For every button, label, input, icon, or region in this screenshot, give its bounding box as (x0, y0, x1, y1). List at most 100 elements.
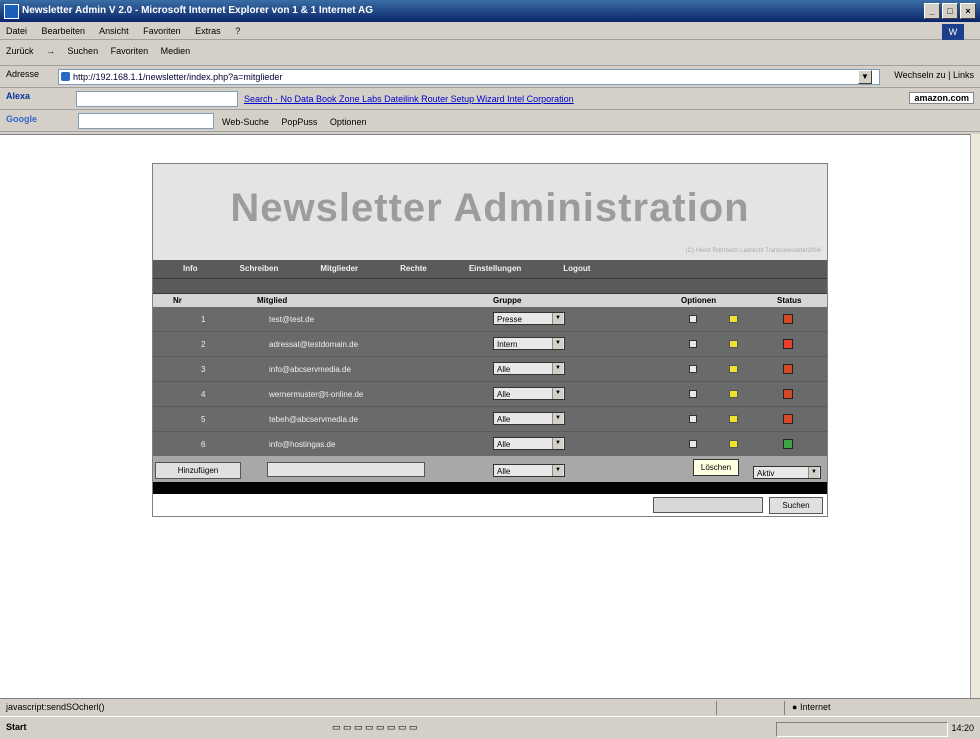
row-checkbox[interactable] (689, 340, 697, 348)
edit-icon[interactable] (729, 315, 738, 323)
row-email[interactable]: test@test.de (269, 315, 314, 324)
table-row: 5 tebeh@abcservmedia.de Alle (153, 406, 827, 431)
newsletter-panel: Newsletter Administration (C) Heinz Rohr… (152, 163, 828, 517)
status-bar: javascript:sendSOcherl() ● Internet (0, 698, 980, 716)
nav-spacer (153, 279, 827, 294)
nav-einstellungen[interactable]: Einstellungen (469, 260, 521, 278)
row-checkbox[interactable] (689, 315, 697, 323)
amazon-button[interactable]: amazon.com (909, 92, 974, 104)
status-icon[interactable] (783, 389, 793, 399)
alexa-search-input[interactable] (76, 91, 238, 107)
menu-favoriten[interactable]: Favoriten (143, 26, 181, 36)
group-select[interactable]: Alle (493, 412, 565, 425)
back-button[interactable]: Zurück (6, 46, 34, 56)
address-input[interactable]: http://192.168.1.1/newsletter/index.php?… (58, 69, 880, 85)
status-icon[interactable] (783, 339, 793, 349)
row-checkbox[interactable] (689, 415, 697, 423)
chevron-down-icon[interactable]: ▼ (858, 70, 872, 84)
edit-icon[interactable] (729, 340, 738, 348)
menu-extras[interactable]: Extras (195, 26, 221, 36)
menu-datei[interactable]: Datei (6, 26, 27, 36)
popups-button[interactable]: PopPuss (281, 117, 317, 127)
row-email[interactable]: adressat@testdomain.de (269, 340, 358, 349)
options-button[interactable]: Optionen (330, 117, 367, 127)
group-select[interactable]: Intern (493, 337, 565, 350)
header-nr: Nr (173, 296, 182, 305)
page-subtitle: (C) Heinz Rohrbach Lebrecht Transnewslet… (685, 248, 821, 254)
row-checkbox[interactable] (689, 365, 697, 373)
nav-rechte[interactable]: Rechte (400, 260, 427, 278)
address-bar: Adresse http://192.168.1.1/newsletter/in… (0, 66, 980, 88)
media-button[interactable]: Medien (161, 46, 191, 56)
nav-logout[interactable]: Logout (563, 260, 590, 278)
page-header: Newsletter Administration (C) Heinz Rohr… (153, 164, 827, 260)
add-member-row: Hinzufügen Alle Löschen Aktiv (153, 456, 827, 482)
alexa-logo: Alexa (6, 91, 31, 101)
menu-ansicht[interactable]: Ansicht (99, 26, 129, 36)
table-row: 4 wernermuster@t-online.de Alle (153, 381, 827, 406)
row-email[interactable]: wernermuster@t-online.de (269, 390, 363, 399)
add-button[interactable]: Hinzufügen (155, 462, 241, 479)
status-icon[interactable] (783, 439, 793, 449)
new-email-input[interactable] (267, 462, 425, 477)
search-input[interactable] (653, 497, 763, 513)
header-member: Mitglied (257, 296, 288, 305)
alexa-links[interactable]: Search · No Data Book Zone Labs Dateilin… (244, 94, 574, 104)
nav-mitglieder[interactable]: Mitglieder (320, 260, 358, 278)
nav-info[interactable]: Info (183, 260, 198, 278)
clock: 14:20 (951, 723, 974, 733)
google-toolbar: Google Web-Suche PopPuss Optionen (0, 110, 980, 132)
maximize-button[interactable]: □ (942, 3, 958, 19)
status-separator (716, 701, 717, 715)
row-email[interactable]: info@hostingas.de (269, 440, 335, 449)
minimize-button[interactable]: _ (924, 3, 940, 19)
internet-zone: ● Internet (792, 702, 831, 712)
menu-bearbeiten[interactable]: Bearbeiten (42, 26, 86, 36)
menu-bar: Datei Bearbeiten Ansicht Favoriten Extra… (0, 22, 980, 40)
google-search-input[interactable] (78, 113, 214, 129)
status-icon[interactable] (783, 414, 793, 424)
favorites-button[interactable]: Favoriten (111, 46, 149, 56)
status-icon[interactable] (783, 314, 793, 324)
search-button[interactable]: Suchen (769, 497, 823, 514)
action-select[interactable]: Aktiv (753, 466, 821, 479)
edit-icon[interactable] (729, 365, 738, 373)
delete-button[interactable]: Löschen (693, 459, 739, 476)
row-email[interactable]: info@abcservmedia.de (269, 365, 351, 374)
alexa-toolbar: Alexa Search · No Data Book Zone Labs Da… (0, 88, 980, 110)
header-options: Optionen (681, 296, 717, 305)
web-search-button[interactable]: Web-Suche (222, 117, 269, 127)
menu-help[interactable]: ? (235, 26, 240, 36)
standard-toolbar: Zurück → Suchen Favoriten Medien (0, 40, 980, 66)
status-separator (784, 701, 785, 715)
row-checkbox[interactable] (689, 440, 697, 448)
page-viewport: Newsletter Administration (C) Heinz Rohr… (0, 134, 970, 699)
new-group-select[interactable]: Alle (493, 464, 565, 477)
status-icon[interactable] (783, 364, 793, 374)
ie-icon (4, 4, 19, 19)
group-select[interactable]: Alle (493, 437, 565, 450)
edit-icon[interactable] (729, 440, 738, 448)
group-select[interactable]: Presse (493, 312, 565, 325)
forward-arrow-icon[interactable]: → (46, 46, 55, 56)
search-button[interactable]: Suchen (68, 46, 99, 56)
links-label: Links (952, 70, 974, 80)
edit-icon[interactable] (729, 390, 738, 398)
row-email[interactable]: tebeh@abcservmedia.de (269, 415, 358, 424)
table-row: 3 info@abcservmedia.de Alle (153, 356, 827, 381)
taskbar-buttons[interactable]: ▭ ▭ ▭ ▭ ▭ ▭ ▭ ▭ (332, 722, 418, 733)
nav-schreiben[interactable]: Schreiben (240, 260, 279, 278)
vertical-scrollbar[interactable] (970, 134, 980, 698)
header-status: Status (777, 296, 802, 305)
row-checkbox[interactable] (689, 390, 697, 398)
group-select[interactable]: Alle (493, 362, 565, 375)
group-select[interactable]: Alle (493, 387, 565, 400)
close-button[interactable]: × (960, 3, 976, 19)
taskbar: Start ▭ ▭ ▭ ▭ ▭ ▭ ▭ ▭ 14:20 (0, 716, 980, 739)
start-button[interactable]: Start (6, 722, 27, 732)
go-button[interactable]: Wechseln zu | Links (894, 70, 974, 80)
table-row: 1 test@test.de Presse (153, 307, 827, 331)
edit-icon[interactable] (729, 415, 738, 423)
row-nr: 4 (201, 390, 206, 399)
window-titlebar: Newsletter Admin V 2.0 - Microsoft Inter… (0, 0, 980, 22)
